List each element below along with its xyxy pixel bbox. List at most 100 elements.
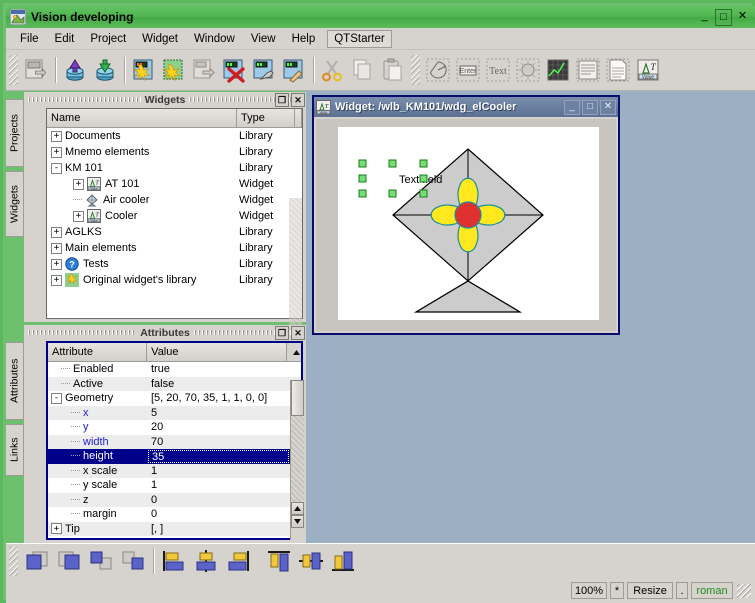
expand-icon[interactable]: +: [51, 226, 62, 238]
window-resize-grip[interactable]: [737, 583, 751, 598]
table-row[interactable]: margin 0: [48, 507, 301, 522]
close-button[interactable]: ✕: [600, 99, 616, 115]
panel-drag-dots-left[interactable]: [28, 97, 141, 102]
bring-to-front-icon[interactable]: [21, 547, 53, 575]
menu-item-help[interactable]: Help: [284, 31, 324, 47]
menu-item-qtstarter[interactable]: QTStarter: [327, 29, 392, 48]
shape-elementary-icon[interactable]: [423, 55, 453, 85]
menu-item-file[interactable]: File: [12, 31, 47, 47]
table-row[interactable]: width 70: [48, 434, 301, 449]
table-row[interactable]: x5: [48, 405, 301, 420]
table-row[interactable]: + Main elements Library: [47, 240, 302, 256]
collapse-icon[interactable]: -: [51, 162, 62, 174]
expand-icon[interactable]: +: [73, 210, 84, 222]
minimize-button[interactable]: _: [697, 9, 712, 24]
cut-icon[interactable]: [318, 55, 348, 85]
attributes-scrollbar[interactable]: [290, 380, 304, 540]
widgets-tree[interactable]: Name Type + Documents Library + Mnemo elemen…: [46, 108, 303, 319]
attribute-value[interactable]: [, ]: [148, 523, 289, 535]
table-row[interactable]: + Original widget's library Library: [47, 272, 302, 288]
status-edit-mode[interactable]: Resize: [627, 582, 673, 599]
table-row[interactable]: y scale 1: [48, 478, 301, 493]
menu-item-window[interactable]: Window: [186, 31, 243, 47]
db-save-icon[interactable]: [90, 55, 120, 85]
table-row[interactable]: + AGLKS Library: [47, 224, 302, 240]
status-font-name[interactable]: roman: [691, 582, 733, 599]
widget-canvas[interactable]: Text field: [338, 127, 599, 320]
attribute-value[interactable]: 35: [148, 449, 289, 463]
attribute-value[interactable]: 1: [148, 465, 289, 477]
align-left-icon[interactable]: [158, 547, 190, 575]
db-load-icon[interactable]: [60, 55, 90, 85]
table-row[interactable]: z0: [48, 492, 301, 507]
new-widget-icon[interactable]: [129, 55, 159, 85]
align-bottom-icon[interactable]: [327, 547, 359, 575]
table-row[interactable]: - Geometry [5, 20, 70, 35, 1, 1, 0, 0]: [48, 391, 301, 406]
attribute-value[interactable]: [5, 20, 70, 35, 1, 1, 0, 0]: [148, 392, 289, 404]
maximize-button[interactable]: □: [715, 8, 732, 26]
attribute-value[interactable]: true: [148, 363, 289, 375]
table-row[interactable]: + Tip [, ]: [48, 521, 301, 536]
diagram-element-icon[interactable]: [543, 55, 573, 85]
attributes-scroll-track[interactable]: [291, 416, 304, 502]
sidebar-tab-links[interactable]: Links: [6, 424, 24, 476]
copy-icon[interactable]: [348, 55, 378, 85]
lower-icon[interactable]: [117, 547, 149, 575]
table-row[interactable]: Air cooler Widget: [47, 192, 302, 208]
expand-icon[interactable]: +: [51, 523, 62, 535]
column-header-value[interactable]: Value: [147, 343, 287, 361]
menu-item-edit[interactable]: Edit: [47, 31, 83, 47]
menu-item-project[interactable]: Project: [82, 31, 134, 47]
attribute-value[interactable]: 1: [148, 479, 289, 491]
scroll-down-arrow[interactable]: [291, 515, 304, 528]
table-row[interactable]: + T Value AT 101 Widget: [47, 176, 302, 192]
menu-item-view[interactable]: View: [243, 31, 284, 47]
properties-widget-icon[interactable]: [279, 55, 309, 85]
copy-widget-icon[interactable]: [189, 55, 219, 85]
sidebar-tab-attributes[interactable]: Attributes: [6, 342, 24, 420]
attribute-value[interactable]: 0: [148, 508, 289, 520]
sidebar-tab-widgets[interactable]: Widgets: [6, 171, 24, 237]
attribute-value[interactable]: 5: [148, 407, 289, 419]
align-horizontal-center-icon[interactable]: [295, 547, 327, 575]
toolbar-grip[interactable]: [411, 55, 420, 85]
table-row[interactable]: height 35: [48, 449, 301, 464]
scroll-up-arrow[interactable]: [287, 343, 301, 361]
expand-icon[interactable]: +: [51, 274, 62, 286]
maximize-button[interactable]: □: [582, 99, 598, 115]
attribute-value[interactable]: 0: [148, 494, 289, 506]
panel-drag-dots-left[interactable]: [28, 330, 137, 335]
float-icon[interactable]: ❐: [275, 326, 289, 340]
scroll-up-arrow[interactable]: [291, 502, 304, 515]
table-row[interactable]: +? Tests Library: [47, 256, 302, 272]
send-to-back-icon[interactable]: [53, 547, 85, 575]
attributes-scroll-thumb[interactable]: [291, 380, 304, 416]
media-element-icon[interactable]: [513, 55, 543, 85]
table-row[interactable]: y 20: [48, 420, 301, 435]
attribute-value[interactable]: 20: [148, 421, 289, 433]
expand-icon[interactable]: +: [73, 178, 84, 190]
text-element-icon[interactable]: Text: [483, 55, 513, 85]
status-zoom-level[interactable]: 100%: [571, 582, 607, 599]
close-button[interactable]: ✕: [735, 9, 750, 24]
widget-editor-titlebar[interactable]: T Value Widget: /wlb_KM101/wdg_elCooler …: [314, 97, 618, 117]
expand-icon[interactable]: +: [51, 242, 62, 254]
table-row[interactable]: - KM 101 Library: [47, 160, 302, 176]
expand-icon[interactable]: +: [51, 258, 62, 270]
attribute-value[interactable]: false: [148, 378, 289, 390]
column-header-name[interactable]: Name: [47, 109, 237, 127]
sidebar-tab-projects[interactable]: Projects: [6, 99, 24, 167]
protocol-element-icon[interactable]: [573, 55, 603, 85]
table-row[interactable]: x scale 1: [48, 463, 301, 478]
align-top-icon[interactable]: [263, 547, 295, 575]
menu-item-widget[interactable]: Widget: [134, 31, 186, 47]
column-header-attribute[interactable]: Attribute: [48, 343, 148, 361]
float-icon[interactable]: ❐: [275, 93, 289, 107]
table-row[interactable]: + Documents Library: [47, 128, 302, 144]
delete-widget-icon[interactable]: [219, 55, 249, 85]
table-row[interactable]: + Mnemo elements Library: [47, 144, 302, 160]
toolbar-grip[interactable]: [9, 546, 18, 576]
form-element-icon[interactable]: Enter: [453, 55, 483, 85]
close-icon[interactable]: ✕: [291, 326, 305, 340]
edit-widget-icon[interactable]: [249, 55, 279, 85]
